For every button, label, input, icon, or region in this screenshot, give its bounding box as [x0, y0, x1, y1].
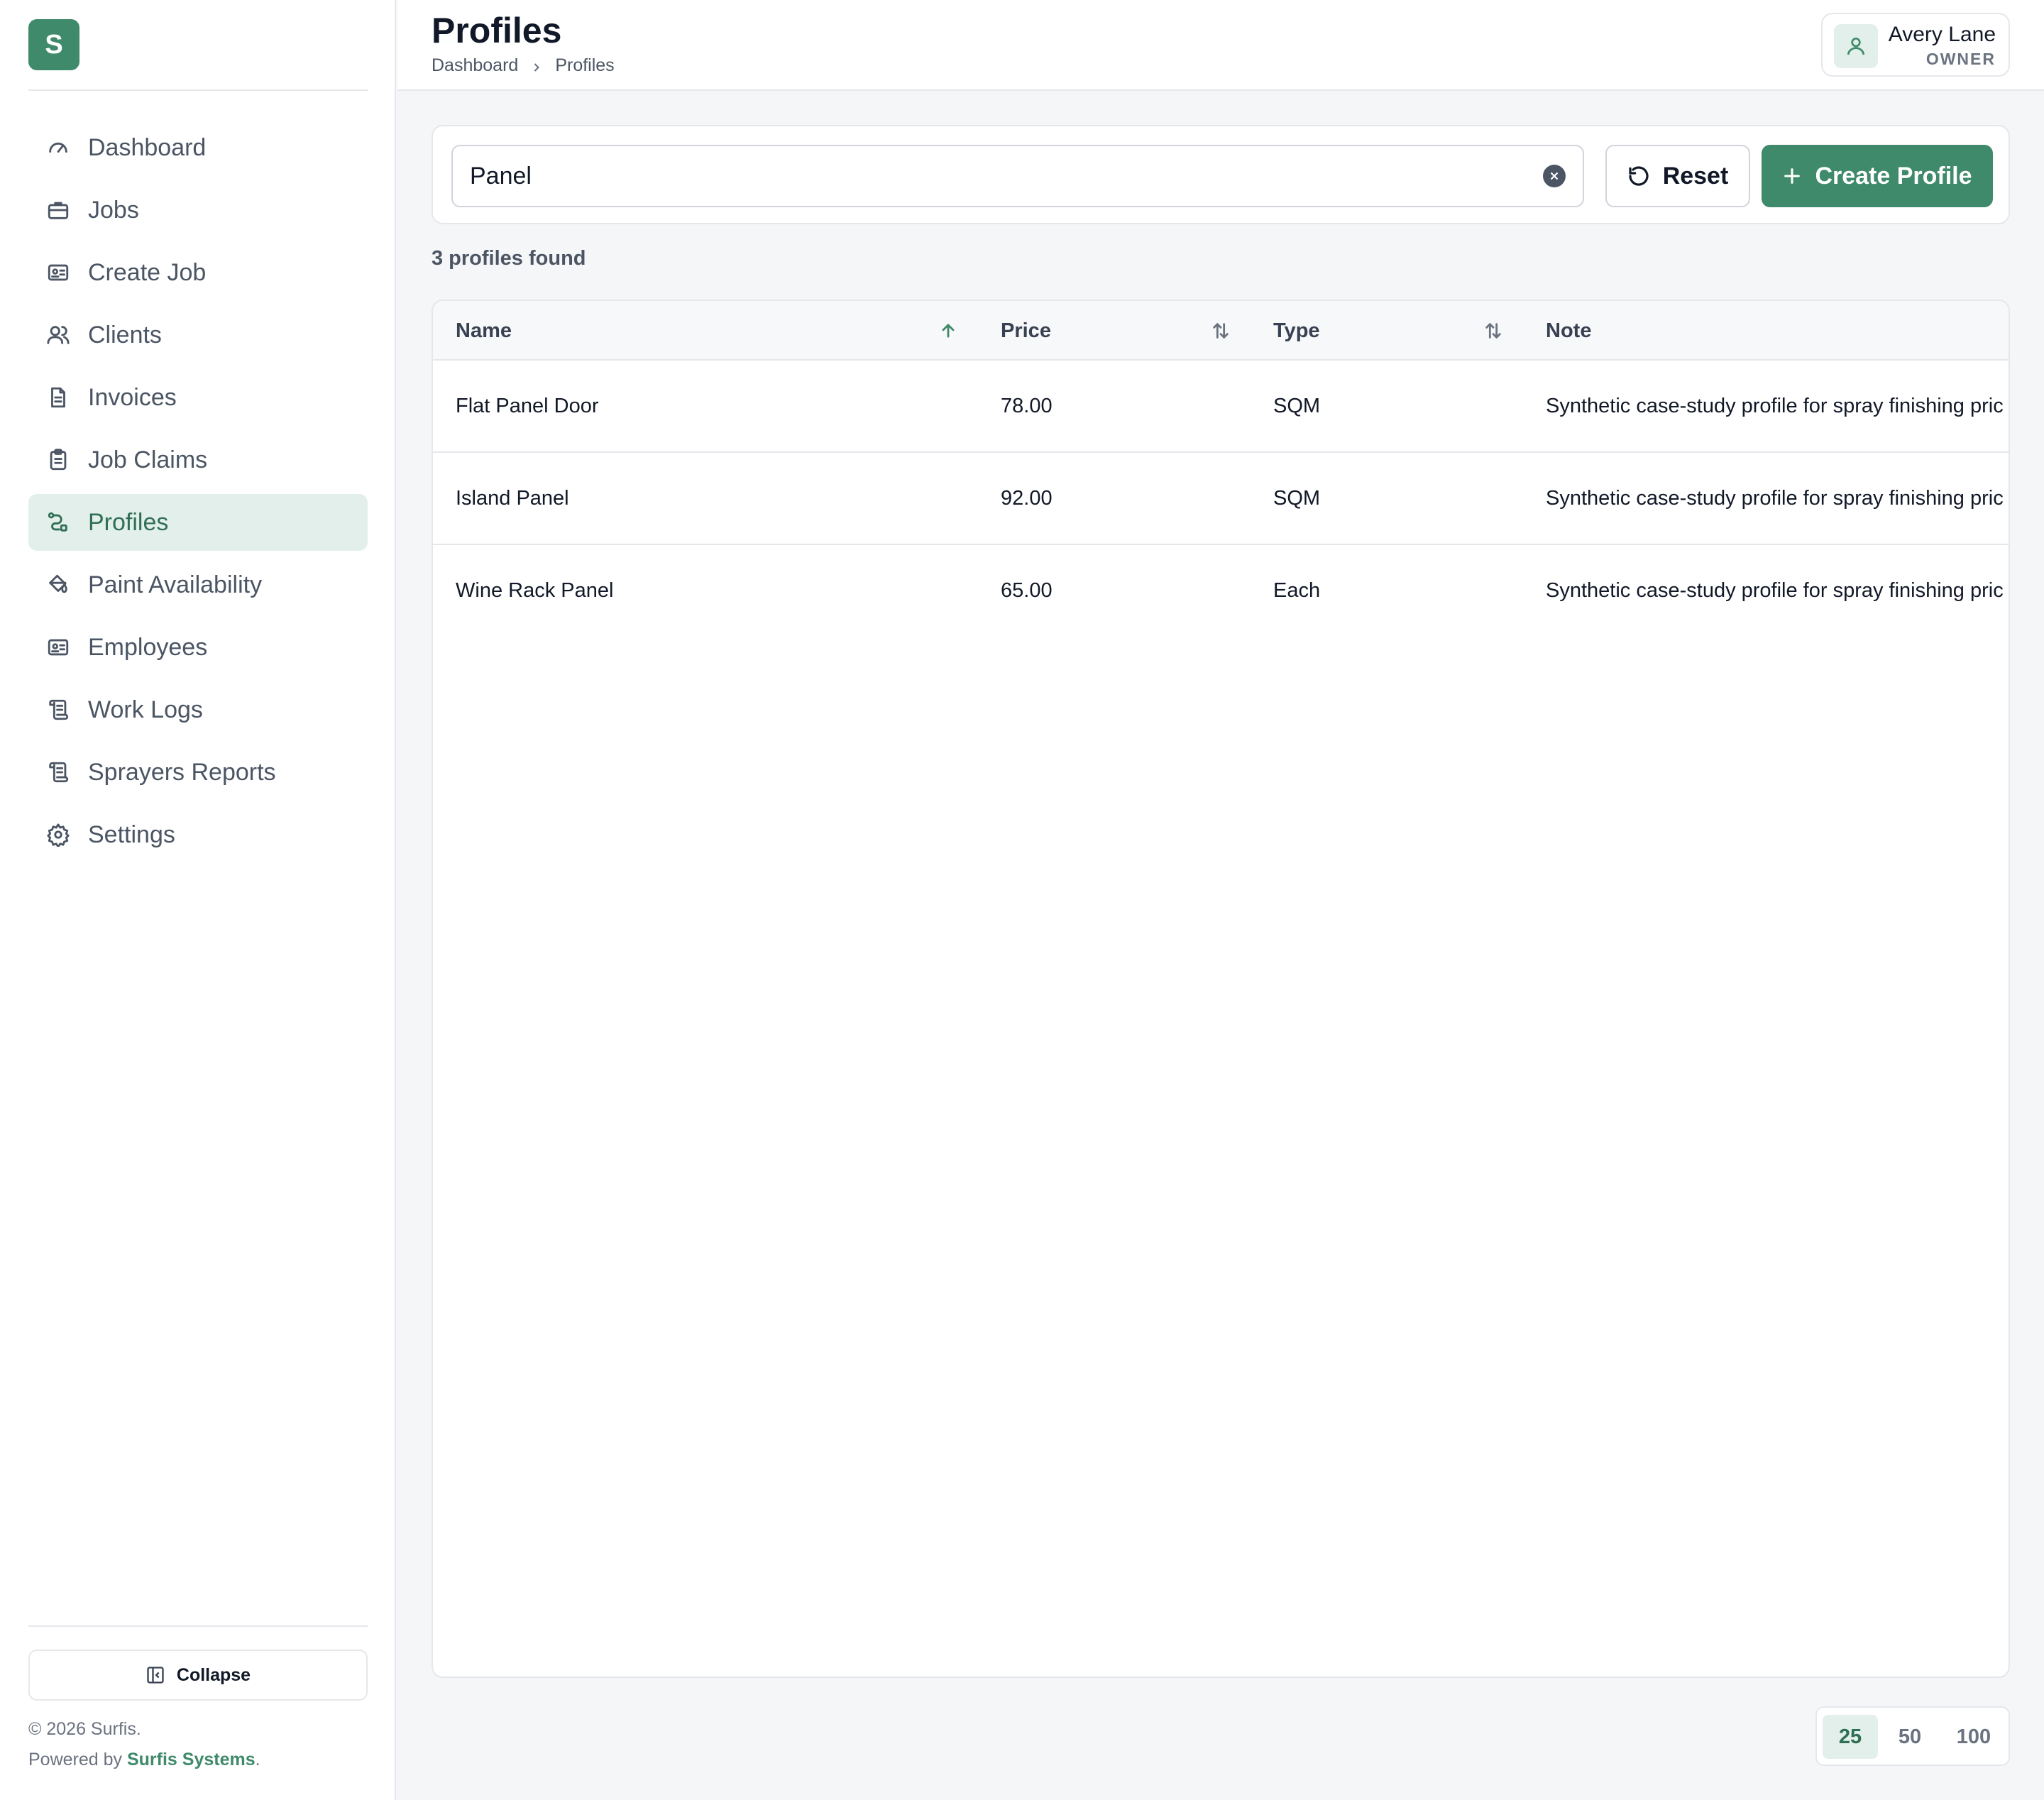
- sidebar-divider: [28, 1625, 368, 1627]
- powered-by-text: Powered by Surfis Systems.: [28, 1750, 260, 1770]
- table-row[interactable]: Wine Rack Panel 65.00 Each Synthetic cas…: [433, 545, 2009, 637]
- app-logo[interactable]: S: [28, 19, 79, 70]
- column-header-type[interactable]: Type: [1273, 301, 1320, 361]
- top-header: Profiles Dashboard Profiles Avery Lane O…: [397, 0, 2044, 91]
- user-icon: [1847, 38, 1864, 55]
- sidebar-item-label: Jobs: [88, 196, 139, 224]
- sort-icon[interactable]: [1483, 321, 1503, 341]
- filter-toolbar: Reset Create Profile: [432, 125, 2010, 224]
- briefcase-icon: [45, 197, 71, 223]
- breadcrumb-dashboard[interactable]: Dashboard: [432, 55, 518, 76]
- search-input[interactable]: [470, 146, 1520, 206]
- sidebar-item-label: Clients: [88, 321, 162, 349]
- sidebar-item-label: Dashboard: [88, 133, 207, 161]
- breadcrumb: Dashboard Profiles: [432, 55, 615, 76]
- table-row[interactable]: Flat Panel Door 78.00 SQM Synthetic case…: [433, 361, 2009, 453]
- column-header-note: Note: [1546, 319, 1592, 342]
- sort-icon[interactable]: [1211, 321, 1231, 341]
- sidebar-item-label: Paint Availability: [88, 571, 263, 598]
- sidebar-nav: Dashboard Jobs Create Job Clients Invoic…: [28, 119, 368, 869]
- sidebar-item-label: Create Job: [88, 258, 207, 286]
- sidebar-item-dashboard[interactable]: Dashboard: [28, 119, 368, 176]
- sidebar-item-label: Sprayers Reports: [88, 758, 276, 786]
- page-size-option[interactable]: 25: [1823, 1715, 1878, 1759]
- plus-icon: [1784, 168, 1801, 184]
- reset-label: Reset: [1662, 162, 1729, 190]
- collapse-button[interactable]: Collapse: [28, 1650, 368, 1701]
- sidebar-item-jobs[interactable]: Jobs: [28, 182, 368, 238]
- user-name: Avery Lane: [1888, 23, 1996, 46]
- clipboard-icon: [45, 447, 71, 473]
- cell-price: 78.00: [1001, 394, 1053, 417]
- sidebar-item-label: Invoices: [88, 383, 177, 411]
- create-profile-button[interactable]: Create Profile: [1762, 145, 1993, 207]
- sidebar-item-label: Profiles: [88, 508, 169, 536]
- cell-price: 92.00: [1001, 486, 1053, 510]
- sidebar-item-label: Work Logs: [88, 696, 203, 723]
- avatar: [1834, 24, 1878, 68]
- cell-note: Synthetic case-study profile for spray f…: [1546, 394, 2004, 417]
- sidebar-item-work-logs[interactable]: Work Logs: [28, 681, 368, 738]
- sort-ascending-icon[interactable]: [938, 321, 958, 341]
- sidebar-item-profiles[interactable]: Profiles: [28, 494, 368, 551]
- column-header-name[interactable]: Name: [456, 301, 512, 361]
- cell-note: Synthetic case-study profile for spray f…: [1546, 578, 2004, 602]
- sidebar-item-label: Employees: [88, 633, 208, 661]
- sidebar-item-label: Job Claims: [88, 446, 208, 473]
- cell-note: Synthetic case-study profile for spray f…: [1546, 486, 2004, 510]
- cell-type: SQM: [1273, 486, 1321, 510]
- table-header: Name Price Type Note: [433, 301, 2009, 361]
- collapse-label: Collapse: [176, 1664, 251, 1685]
- sidebar-item-label: Settings: [88, 821, 175, 848]
- sidebar-divider: [28, 89, 368, 91]
- sidebar-item-settings[interactable]: Settings: [28, 806, 368, 863]
- page-size-option[interactable]: 100: [1942, 1715, 2006, 1759]
- sidebar-item-create-job[interactable]: Create Job: [28, 244, 368, 301]
- scroll-icon: [45, 697, 71, 723]
- table-row[interactable]: Island Panel 92.00 SQM Synthetic case-st…: [433, 453, 2009, 545]
- create-profile-label: Create Profile: [1815, 162, 1972, 190]
- cell-price: 65.00: [1001, 578, 1053, 602]
- breadcrumb-current: Profiles: [555, 55, 615, 75]
- result-count: 3 profiles found: [432, 247, 586, 270]
- scroll-icon: [45, 759, 71, 785]
- user-menu[interactable]: Avery Lane OWNER: [1821, 13, 2010, 77]
- page-title: Profiles: [432, 11, 562, 50]
- chevron-right-icon: [529, 59, 544, 73]
- cell-type: Each: [1273, 578, 1321, 602]
- sidebar-item-employees[interactable]: Employees: [28, 619, 368, 676]
- profiles-table: Name Price Type Note Flat Panel Door 78.…: [432, 300, 2010, 1678]
- user-role: OWNER: [1925, 50, 1996, 68]
- page-size-selector: 25 50 100: [1815, 1706, 2010, 1766]
- route-icon: [45, 510, 71, 535]
- sidebar-collapse-icon: [147, 1667, 164, 1684]
- sidebar-item-paint-availability[interactable]: Paint Availability: [28, 556, 368, 613]
- reset-button[interactable]: Reset: [1605, 145, 1750, 207]
- powered-by-suffix: .: [255, 1750, 260, 1769]
- column-header-price[interactable]: Price: [1001, 301, 1051, 361]
- copyright-text: © 2026 Surfis.: [28, 1719, 141, 1739]
- cell-name: Island Panel: [456, 486, 569, 510]
- users-icon: [45, 322, 71, 348]
- cell-name: Flat Panel Door: [456, 394, 599, 417]
- gauge-icon: [45, 135, 71, 160]
- paint-bucket-icon: [45, 572, 71, 598]
- sidebar-item-invoices[interactable]: Invoices: [28, 369, 368, 426]
- file-text-icon: [45, 385, 71, 410]
- sidebar: S Dashboard Jobs Create Job Clients Invo…: [0, 0, 396, 1800]
- page-size-option[interactable]: 50: [1882, 1715, 1938, 1759]
- sidebar-item-sprayers-reports[interactable]: Sprayers Reports: [28, 744, 368, 801]
- id-card-icon: [45, 260, 71, 285]
- cell-type: SQM: [1273, 394, 1321, 417]
- cell-name: Wine Rack Panel: [456, 578, 614, 602]
- clear-search-icon[interactable]: [1543, 165, 1566, 187]
- sidebar-item-job-claims[interactable]: Job Claims: [28, 432, 368, 488]
- id-card-icon: [45, 635, 71, 660]
- powered-by-link[interactable]: Surfis Systems: [127, 1750, 256, 1769]
- sidebar-item-clients[interactable]: Clients: [28, 307, 368, 363]
- powered-by-prefix: Powered by: [28, 1750, 127, 1769]
- search-box: [451, 145, 1584, 207]
- rotate-ccw-icon: [1629, 166, 1649, 186]
- gear-icon: [45, 822, 71, 847]
